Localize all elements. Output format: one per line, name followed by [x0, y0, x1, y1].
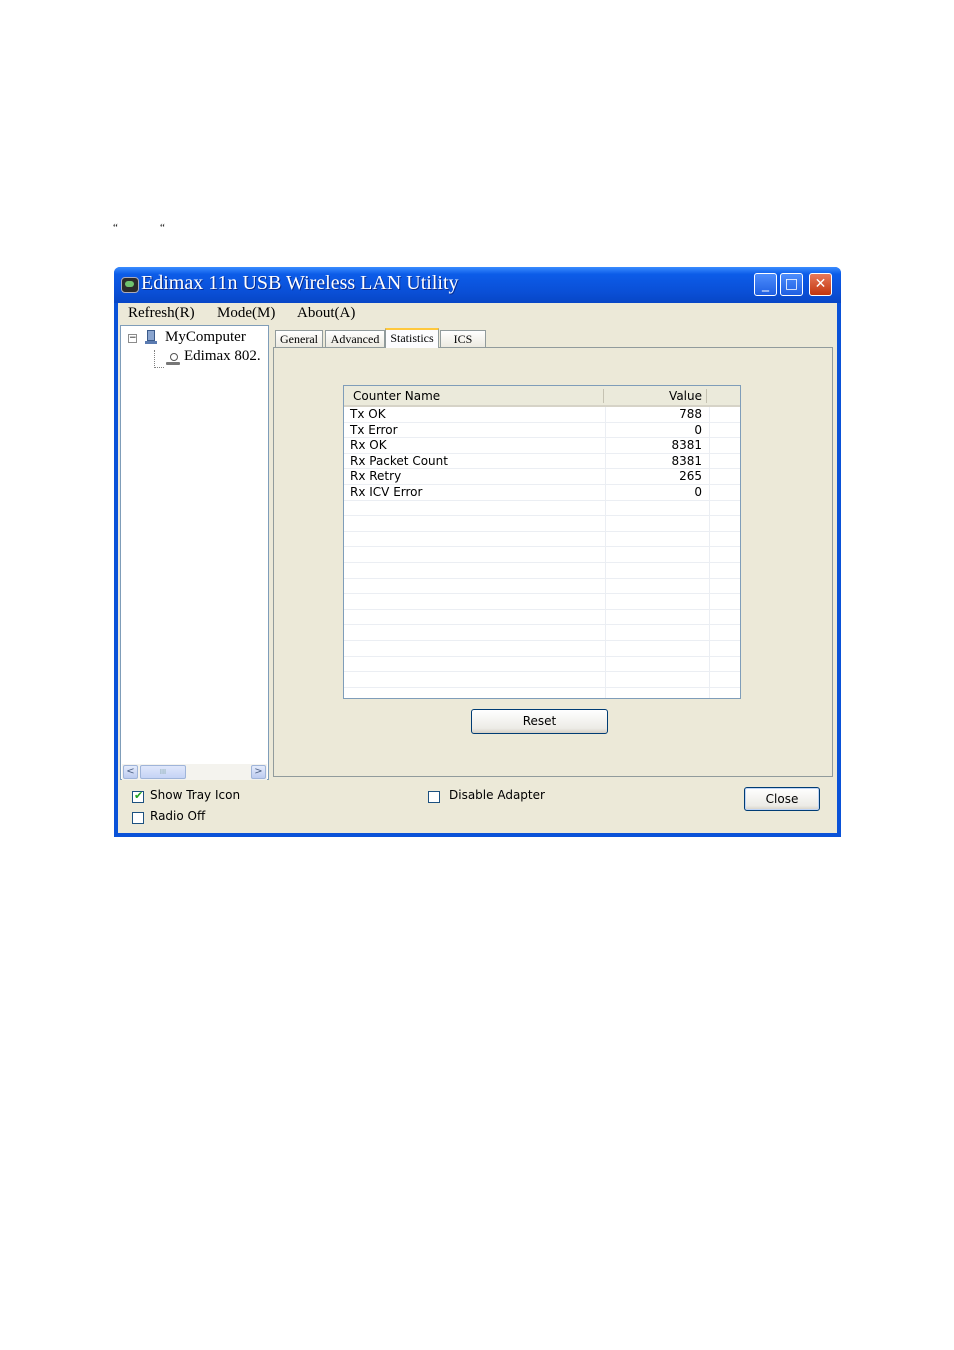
menu-about[interactable]: About(A)	[297, 305, 355, 322]
table-row[interactable]	[344, 532, 740, 548]
table-row[interactable]	[344, 516, 740, 532]
counter-name-cell: Rx OK	[350, 438, 387, 453]
maximize-button[interactable]: □	[780, 273, 803, 296]
counter-value-cell: 265	[679, 469, 702, 484]
table-row[interactable]: Rx ICV Error 0	[344, 485, 740, 501]
counter-name-cell: Rx ICV Error	[350, 484, 423, 499]
tree-item-adapter[interactable]: Edimax 802.	[184, 348, 268, 365]
tree-connector-branch	[154, 367, 164, 368]
counter-value-cell: 8381	[671, 438, 702, 453]
computer-icon	[145, 330, 157, 345]
radio-off-checkbox[interactable]	[132, 812, 144, 824]
column-header-counter-name[interactable]: Counter Name	[353, 389, 440, 403]
radio-off-label: Radio Off	[150, 809, 206, 823]
minimize-button[interactable]: _	[754, 273, 777, 296]
counter-value-cell: 0	[694, 484, 702, 499]
show-tray-icon-label: Show Tray Icon	[150, 788, 241, 802]
quote-mark-right: “	[160, 222, 165, 234]
list-header: Counter Name Value	[344, 386, 740, 407]
tree-item-mycomputer[interactable]: MyComputer	[165, 329, 246, 346]
quote-mark-left: “	[113, 222, 118, 234]
menu-refresh[interactable]: Refresh(R)	[128, 305, 195, 322]
tree-connector	[154, 350, 155, 368]
counter-value-cell: 788	[679, 407, 702, 421]
device-tree: − MyComputer Edimax 802. < III >	[120, 325, 269, 780]
menu-bar: Refresh(R) Mode(M) About(A)	[118, 303, 837, 323]
table-row[interactable]: Rx OK 8381	[344, 438, 740, 454]
show-tray-icon-checkbox[interactable]: ✔	[132, 789, 144, 803]
window-client: Refresh(R) Mode(M) About(A) − MyComputer…	[118, 303, 837, 833]
scroll-thumb[interactable]: III	[140, 765, 186, 779]
reset-button[interactable]: Reset	[471, 709, 608, 734]
table-row[interactable]	[344, 625, 740, 641]
counter-name-cell: Rx Retry	[350, 469, 402, 484]
table-row[interactable]	[344, 594, 740, 610]
counter-name-cell: Tx Error	[350, 422, 398, 437]
table-row[interactable]	[344, 672, 740, 688]
column-divider[interactable]	[706, 389, 707, 403]
table-row[interactable]	[344, 501, 740, 517]
list-rows: Tx OK 788 Tx Error 0 Rx OK 8381 Rx Packet Coun…	[344, 407, 740, 688]
table-row[interactable]: Rx Packet Count 8381	[344, 454, 740, 470]
menu-mode[interactable]: Mode(M)	[217, 305, 275, 322]
app-icon	[121, 277, 139, 293]
counter-name-cell: Tx OK	[350, 407, 386, 421]
statistics-panel: Counter Name Value Tx OK 788 Tx Error 0 Rx O…	[273, 347, 833, 777]
window-title: Edimax 11n USB Wireless LAN Utility	[141, 272, 459, 294]
disable-adapter-label: Disable Adapter	[449, 788, 545, 802]
table-row[interactable]	[344, 657, 740, 673]
table-row[interactable]	[344, 547, 740, 563]
counter-value-cell: 8381	[671, 453, 702, 468]
table-row[interactable]	[344, 579, 740, 595]
wireless-adapter-icon	[166, 353, 180, 367]
table-row[interactable]: Tx OK 788	[344, 407, 740, 423]
app-window: Edimax 11n USB Wireless LAN Utility _ □ …	[114, 267, 841, 837]
scroll-right-button[interactable]: >	[251, 765, 266, 779]
counter-value-cell: 0	[694, 422, 702, 437]
counter-name-cell: Rx Packet Count	[350, 453, 448, 468]
tab-ics[interactable]: ICS	[440, 330, 486, 347]
tab-general[interactable]: General	[275, 330, 323, 347]
close-button[interactable]: Close	[744, 787, 820, 811]
scroll-left-button[interactable]: <	[123, 765, 138, 779]
table-row[interactable]	[344, 641, 740, 657]
tab-statistics[interactable]: Statistics	[385, 328, 439, 348]
checkmark-icon: ✔	[134, 789, 144, 802]
table-row[interactable]	[344, 610, 740, 626]
statistics-list[interactable]: Counter Name Value Tx OK 788 Tx Error 0 Rx O…	[343, 385, 741, 699]
title-bar[interactable]: Edimax 11n USB Wireless LAN Utility _ □ …	[114, 267, 841, 303]
table-row[interactable]: Tx Error 0	[344, 423, 740, 439]
column-header-value[interactable]: Value	[604, 389, 702, 403]
collapse-toggle[interactable]: −	[128, 334, 137, 343]
tab-advanced[interactable]: Advanced	[325, 330, 385, 347]
table-row[interactable]	[344, 563, 740, 579]
disable-adapter-checkbox[interactable]	[428, 791, 440, 803]
tree-horizontal-scrollbar[interactable]: < III >	[122, 764, 267, 780]
close-window-button[interactable]: ✕	[809, 273, 832, 296]
table-row[interactable]: Rx Retry 265	[344, 469, 740, 485]
